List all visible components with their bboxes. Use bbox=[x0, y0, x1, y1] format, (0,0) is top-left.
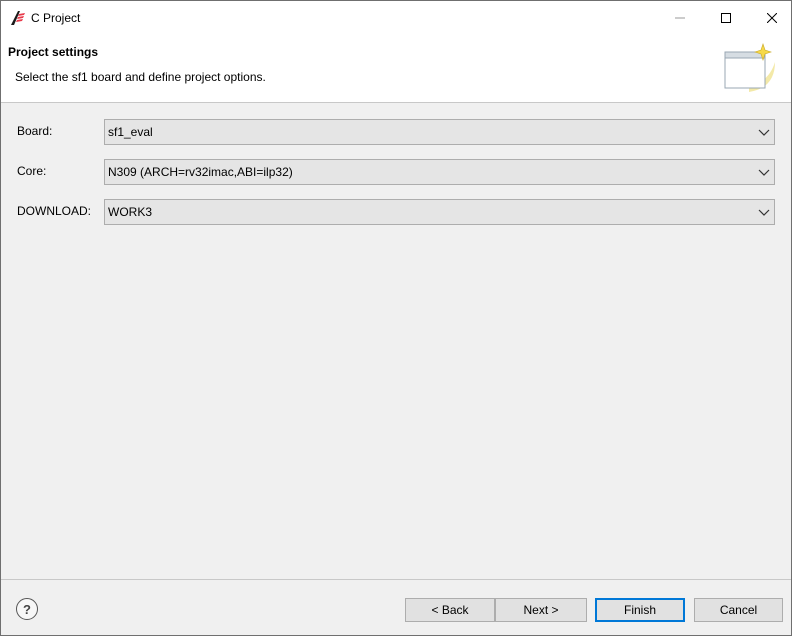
minimize-button[interactable] bbox=[657, 1, 703, 34]
chevron-down-icon bbox=[758, 129, 770, 136]
title-bar: C Project bbox=[1, 1, 791, 34]
board-row: Board: sf1_eval bbox=[17, 119, 775, 145]
close-button[interactable] bbox=[749, 1, 792, 34]
help-icon: ? bbox=[23, 601, 31, 617]
board-select[interactable]: sf1_eval bbox=[104, 119, 775, 145]
back-button[interactable]: < Back bbox=[405, 598, 495, 622]
board-label: Board: bbox=[17, 124, 53, 138]
maximize-icon bbox=[721, 12, 731, 23]
page-title: Project settings bbox=[8, 45, 99, 59]
finish-button[interactable]: Finish bbox=[595, 598, 685, 622]
core-select-value: N309 (ARCH=rv32imac,ABI=ilp32) bbox=[108, 165, 293, 179]
chevron-down-icon bbox=[758, 209, 770, 216]
maximize-button[interactable] bbox=[703, 1, 749, 34]
help-button[interactable]: ? bbox=[16, 598, 38, 620]
download-row: DOWNLOAD: WORK3 bbox=[17, 199, 775, 225]
footer-divider bbox=[1, 579, 791, 580]
chevron-down-icon bbox=[758, 169, 770, 176]
download-select[interactable]: WORK3 bbox=[104, 199, 775, 225]
board-select-value: sf1_eval bbox=[108, 125, 153, 139]
c-project-dialog: C Project Project settings Select the sf… bbox=[0, 0, 792, 636]
cancel-button[interactable]: Cancel bbox=[694, 598, 783, 622]
core-row: Core: N309 (ARCH=rv32imac,ABI=ilp32) bbox=[17, 159, 775, 185]
new-project-wizard-icon bbox=[724, 43, 775, 92]
core-select[interactable]: N309 (ARCH=rv32imac,ABI=ilp32) bbox=[104, 159, 775, 185]
window-title: C Project bbox=[31, 11, 81, 25]
core-label: Core: bbox=[17, 164, 47, 178]
page-description: Select the sf1 board and define project … bbox=[15, 70, 266, 84]
wizard-header: Project settings Select the sf1 board an… bbox=[1, 34, 791, 103]
close-icon bbox=[767, 12, 777, 23]
minimize-icon bbox=[675, 17, 685, 18]
next-button[interactable]: Next > bbox=[495, 598, 587, 622]
download-label: DOWNLOAD: bbox=[17, 204, 92, 218]
download-select-value: WORK3 bbox=[108, 205, 153, 219]
app-logo-icon bbox=[11, 11, 25, 25]
